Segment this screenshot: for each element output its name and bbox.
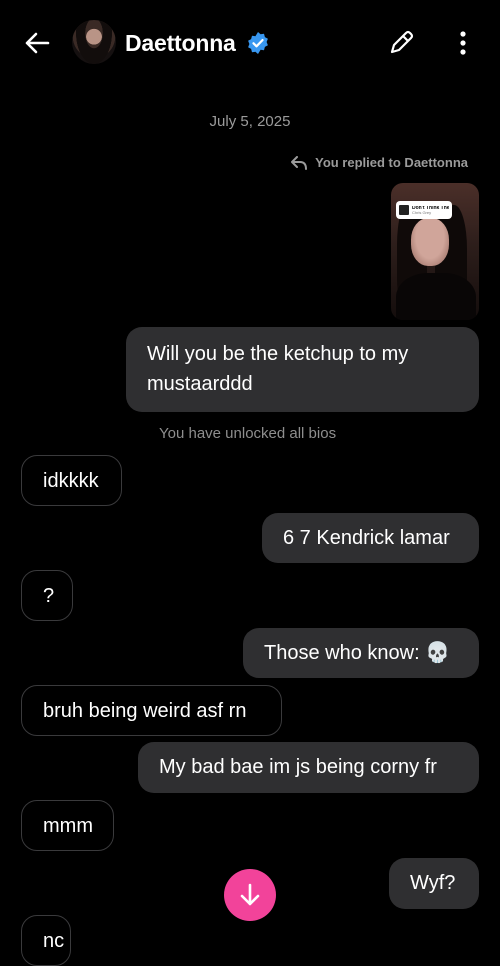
music-sticker: Don't Think They K... Chris Grey bbox=[396, 201, 452, 219]
message-bubble-outgoing[interactable]: Will you be the ketchup to my mustaarddd bbox=[126, 327, 479, 412]
message-bubble-outgoing[interactable]: Wyf? bbox=[389, 858, 479, 909]
system-notice: You have unlocked all bios bbox=[159, 425, 337, 442]
replied-notice: You replied to Daettonna bbox=[291, 155, 468, 170]
replied-notice-text: You replied to Daettonna bbox=[315, 155, 468, 170]
edit-icon[interactable] bbox=[386, 28, 416, 58]
verified-badge-icon bbox=[248, 32, 268, 54]
more-vertical-icon[interactable] bbox=[452, 28, 474, 58]
message-bubble-incoming[interactable]: mmm bbox=[21, 800, 114, 851]
album-art-icon bbox=[399, 205, 409, 215]
message-bubble-incoming[interactable]: nc bbox=[21, 915, 71, 966]
message-bubble-outgoing[interactable]: My bad bae im js being corny fr bbox=[138, 742, 479, 793]
scroll-to-bottom-button[interactable] bbox=[224, 869, 276, 921]
music-artist: Chris Grey bbox=[412, 209, 432, 215]
avatar[interactable] bbox=[72, 20, 116, 64]
message-bubble-outgoing[interactable]: Those who know: 💀 bbox=[243, 628, 479, 678]
chat-header: Daettonna bbox=[0, 0, 500, 86]
message-bubble-incoming[interactable]: bruh being weird asf rn bbox=[21, 685, 282, 736]
message-bubble-incoming[interactable]: idkkkk bbox=[21, 455, 122, 506]
message-bubble-outgoing[interactable]: 6 7 Kendrick lamar bbox=[262, 513, 479, 563]
contact-name[interactable]: Daettonna bbox=[125, 30, 236, 57]
date-separator: July 5, 2025 bbox=[209, 113, 291, 130]
reply-icon bbox=[291, 155, 308, 170]
arrow-down-icon bbox=[240, 883, 260, 906]
story-reply-thumbnail[interactable]: Don't Think They K... Chris Grey bbox=[391, 183, 479, 320]
message-bubble-incoming[interactable]: ? bbox=[21, 570, 73, 621]
back-arrow-icon[interactable] bbox=[24, 30, 50, 56]
